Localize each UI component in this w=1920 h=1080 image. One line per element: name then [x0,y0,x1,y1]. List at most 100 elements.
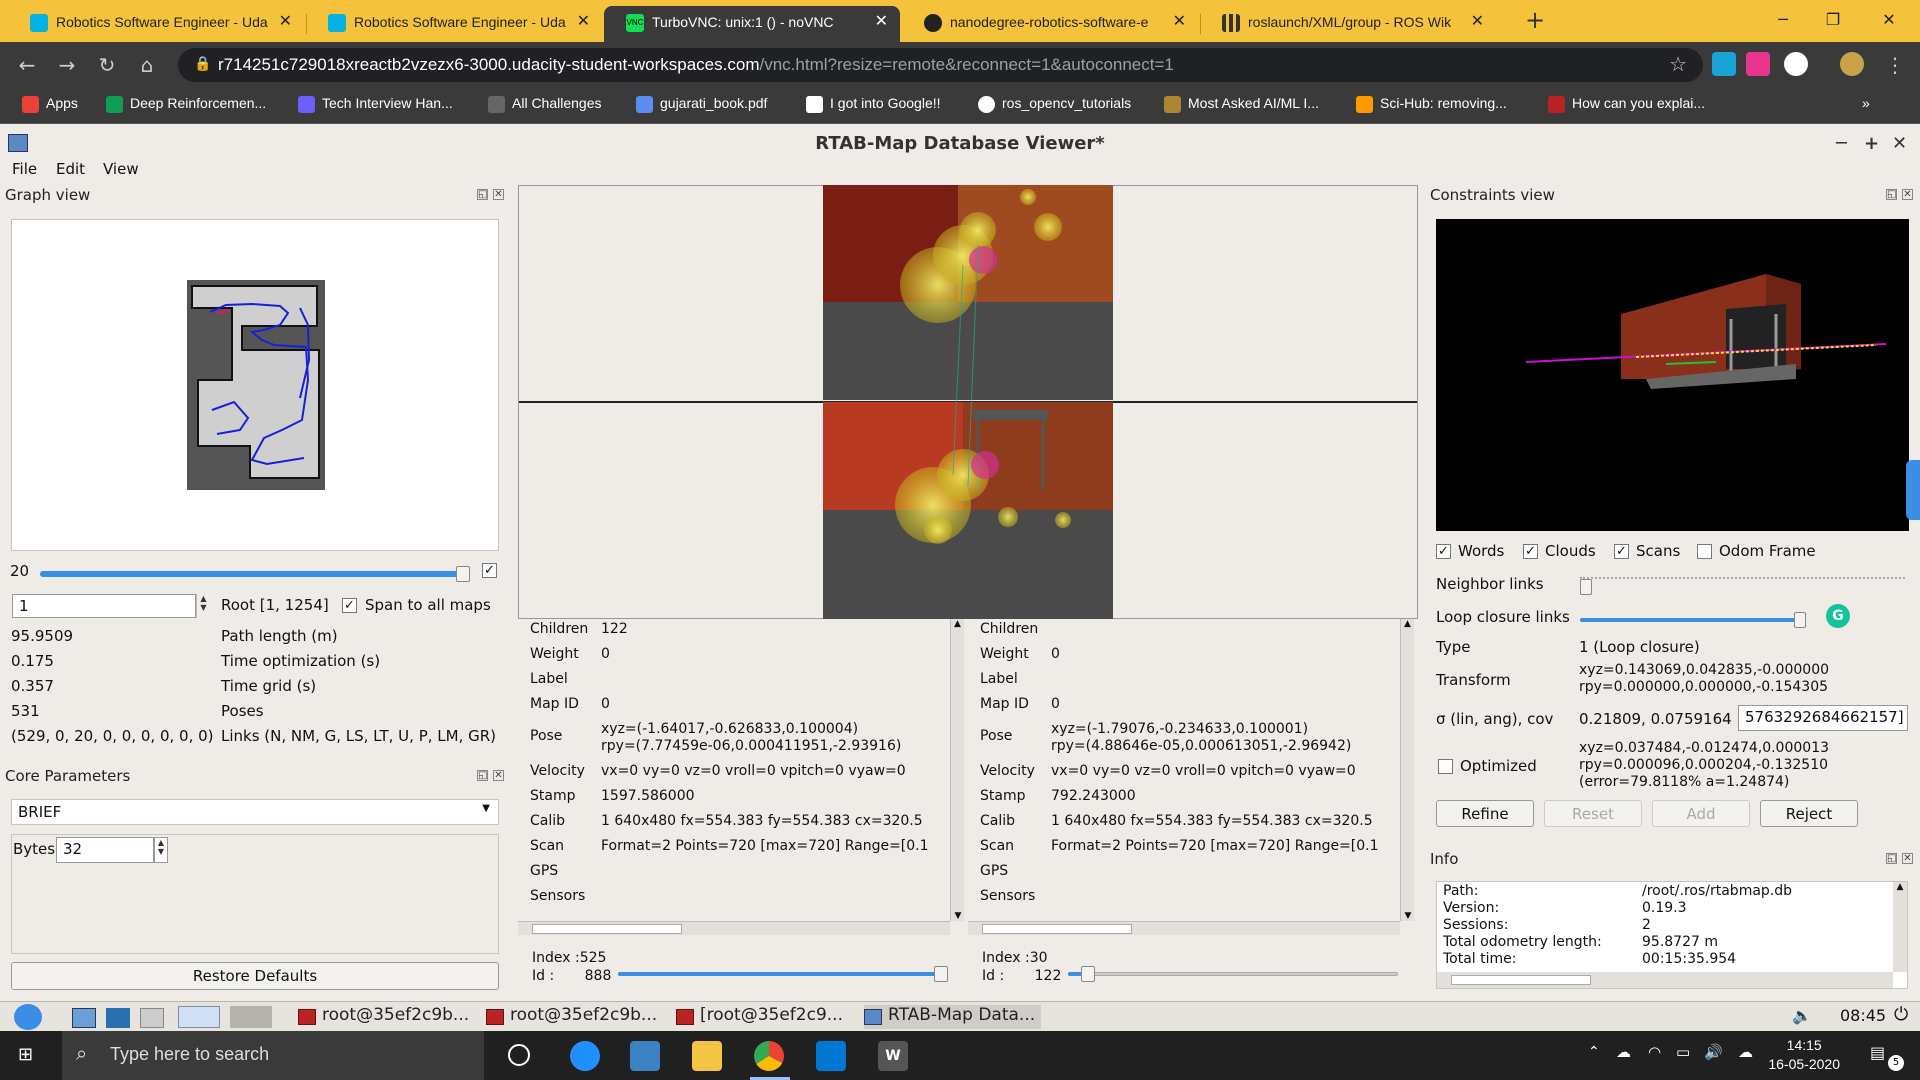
taskbar-clock[interactable]: 14:15 16-05-2020 [1768,1036,1840,1074]
chrome-icon[interactable] [754,1041,784,1071]
cloud-icon[interactable]: ☁ [1738,1043,1753,1061]
bookmarks-more-button[interactable]: » [1862,95,1870,111]
terminal-icon[interactable] [106,1008,130,1028]
bookmark-item[interactable]: I got into Google!! [806,95,941,113]
bookmark-item[interactable]: Deep Reinforcemen... [106,95,266,113]
avatar[interactable] [1840,52,1864,76]
bookmark-item[interactable]: All Challenges [488,95,602,113]
task-item[interactable]: [root@35ef2c9... [676,1005,843,1029]
close-icon[interactable]: ✕ [1902,189,1913,200]
bookmark-item[interactable]: gujarati_book.pdf [636,95,767,113]
refine-button[interactable]: Refine [1436,800,1534,827]
scrollbar-vertical[interactable]: ▲ [1893,882,1907,972]
file-manager-icon[interactable] [72,1008,96,1028]
edge-icon[interactable] [570,1041,600,1071]
bookmark-item[interactable]: ros_opencv_tutorials [978,95,1131,113]
browser-tab[interactable]: Robotics Software Engineer - Uda ✕ [8,6,304,42]
neighbor-slider-handle[interactable] [1580,579,1592,595]
scrollbar-vertical[interactable]: ▲ ▼ [1400,619,1414,921]
float-icon[interactable]: ◱ [477,770,488,781]
browser-tab[interactable]: Robotics Software Engineer - Uda ✕ [306,6,602,42]
file-explorer-icon[interactable] [692,1041,722,1071]
clouds-checkbox[interactable]: ✓ [1523,544,1538,559]
app-w-icon[interactable]: W [878,1041,908,1071]
float-icon[interactable]: ◱ [1886,189,1897,200]
scans-checkbox[interactable]: ✓ [1614,544,1629,559]
task-item-active[interactable]: RTAB-Map Data... [864,1005,1042,1029]
tray-chevron-icon[interactable]: ⌃ [1588,1044,1600,1060]
battery-icon[interactable]: ▭ [1676,1043,1690,1061]
grammarly-icon[interactable]: G [1826,604,1850,628]
graph-canvas[interactable] [11,219,499,551]
scrollbar-horizontal[interactable] [968,921,1400,935]
store-icon[interactable] [630,1041,660,1071]
close-icon[interactable]: ✕ [1902,853,1913,864]
desktop-pager[interactable] [178,1006,220,1028]
side-handle[interactable] [1906,460,1920,520]
task-item[interactable]: root@35ef2c9b... [298,1005,469,1029]
bookmark-item[interactable]: Apps [22,95,78,113]
odom-frame-checkbox[interactable] [1697,544,1712,559]
browser-tab-active[interactable]: VNC TurboVNC: unix:1 () - noVNC ✕ [604,6,900,42]
bookmark-item[interactable]: Sci-Hub: removing... [1356,95,1507,113]
descriptor-select[interactable]: BRIEF ▼ [11,799,499,825]
app-icon[interactable] [140,1008,164,1028]
browser-tab[interactable]: nanodegree-robotics-software-e ✕ [902,6,1198,42]
node-right-slider[interactable] [1068,972,1398,976]
extension-icon[interactable] [1746,52,1770,76]
close-window-button[interactable]: ✕ [1866,4,1912,36]
restore-defaults-button[interactable]: Restore Defaults [11,962,499,990]
menu-file[interactable]: File [12,160,37,178]
spin-arrows-icon[interactable]: ▲ ▼ [196,594,210,618]
reject-button[interactable]: Reject [1760,800,1858,827]
scrollbar-horizontal[interactable] [1437,972,1893,988]
reset-button[interactable]: Reset [1544,800,1642,827]
covariance-field[interactable]: 5763292684662157] [1738,705,1908,731]
node-id-spinbox[interactable]: 1 [12,594,196,618]
graph-checkbox[interactable]: ✓ [482,563,497,578]
float-icon[interactable]: ◱ [1886,853,1897,864]
volume-icon[interactable]: 🔈 [1792,1006,1812,1025]
menu-view[interactable]: View [103,160,139,178]
bookmark-item[interactable]: Most Asked AI/ML I... [1164,95,1319,113]
scrollbar-vertical[interactable]: ▲ ▼ [950,619,964,921]
search-input[interactable]: ⌕ Type here to search [62,1031,484,1080]
desktop-pager[interactable] [230,1006,272,1028]
span-maps-checkbox[interactable]: ✓ [342,598,357,613]
extension-icon[interactable] [1784,52,1808,76]
close-icon[interactable]: ✕ [577,6,590,38]
menu-dots-icon[interactable]: ⋮ [1880,50,1910,80]
close-icon[interactable]: ✕ [493,189,504,200]
close-icon[interactable]: ✕ [1173,6,1186,38]
power-icon[interactable]: ⏻ [1894,1004,1908,1025]
add-button[interactable]: Add [1652,800,1750,827]
home-icon[interactable]: ⌂ [132,50,162,80]
close-icon[interactable]: ✕ [1471,6,1484,38]
close-icon[interactable]: ✕ [493,770,504,781]
graph-slider-handle[interactable] [456,566,470,582]
neighbor-slider[interactable] [1580,577,1905,581]
bookmark-star-icon[interactable]: ☆ [1669,52,1687,76]
url-input[interactable]: 🔒 r714251c729018xreactb2vzezx6-3000.udac… [178,48,1703,82]
onedrive-icon[interactable]: ☁ [1616,1043,1631,1061]
node-right-slider-handle[interactable] [1081,966,1095,982]
browser-tab[interactable]: roslaunch/XML/group - ROS Wik ✕ [1200,6,1496,42]
task-item[interactable]: root@35ef2c9b... [486,1005,657,1029]
loop-slider-handle[interactable] [1794,612,1806,628]
scrollbar-horizontal[interactable] [518,921,950,935]
constraints-3d-view[interactable] [1436,219,1909,531]
close-icon[interactable]: ✕ [875,6,888,38]
optimized-checkbox[interactable] [1438,759,1453,774]
windows-start-icon[interactable]: ⊞ [18,1045,38,1065]
bookmark-item[interactable]: How can you explai... [1548,95,1705,113]
bookmark-item[interactable]: Tech Interview Han... [298,95,453,113]
minimize-button[interactable]: ─ [1760,4,1806,36]
mail-icon[interactable] [816,1041,846,1071]
notifications-icon[interactable]: ▤ [1870,1043,1885,1062]
spin-arrows-icon[interactable]: ▲ ▼ [154,837,168,863]
bytes-spinbox[interactable]: 32 [56,837,154,863]
words-checkbox[interactable]: ✓ [1436,544,1451,559]
maximize-button[interactable]: ❐ [1810,4,1856,36]
reload-icon[interactable]: ↻ [92,50,122,80]
volume-icon[interactable]: 🔊 [1704,1043,1723,1061]
